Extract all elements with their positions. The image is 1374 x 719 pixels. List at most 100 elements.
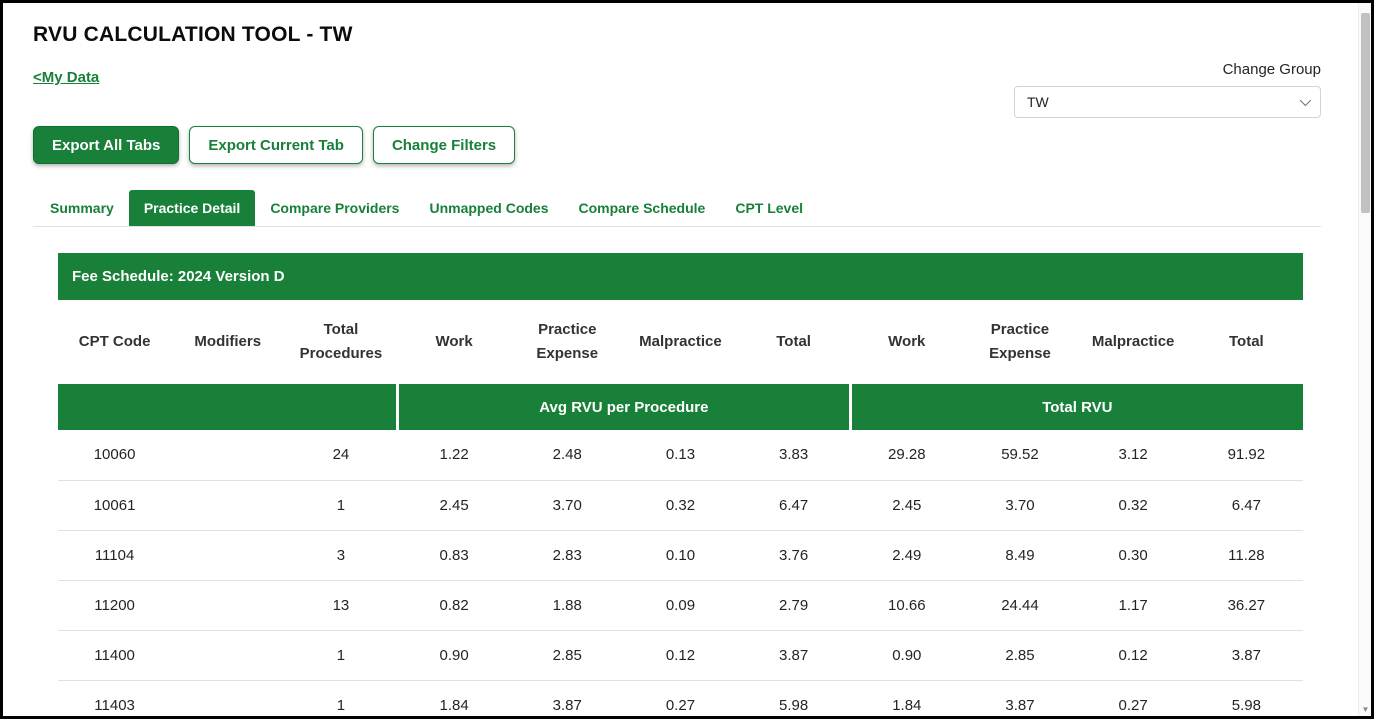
change-filters-button[interactable]: Change Filters (373, 126, 515, 164)
column-header: Work (398, 300, 511, 384)
table-cell: 0.82 (398, 580, 511, 630)
column-header: Total (737, 300, 850, 384)
table-cell: 0.09 (624, 580, 737, 630)
table-cell: 13 (284, 580, 397, 630)
table-cell: 59.52 (963, 430, 1076, 480)
table-cell: 10.66 (850, 580, 963, 630)
table-cell: 0.30 (1077, 530, 1190, 580)
table-cell: 2.79 (737, 580, 850, 630)
table-cell: 6.47 (737, 480, 850, 530)
table-cell: 10060 (58, 430, 171, 480)
table-cell: 1.84 (398, 680, 511, 719)
table-cell: 0.10 (624, 530, 737, 580)
table-cell: 3.12 (1077, 430, 1190, 480)
toolbar: Export All Tabs Export Current Tab Chang… (33, 126, 1321, 164)
tab-summary[interactable]: Summary (35, 190, 129, 226)
tab-unmapped-codes[interactable]: Unmapped Codes (414, 190, 563, 226)
scrollbar-thumb[interactable] (1361, 13, 1370, 213)
table-cell: 2.48 (511, 430, 624, 480)
table-cell: 3.87 (1190, 630, 1303, 680)
table-cell: 2.83 (511, 530, 624, 580)
table-cell (171, 580, 284, 630)
table-cell: 0.32 (624, 480, 737, 530)
table-cell: 3.87 (737, 630, 850, 680)
fee-schedule-banner: Fee Schedule: 2024 Version D (58, 253, 1303, 300)
page-content: RVU CALCULATION TOOL - TW <My Data Chang… (3, 3, 1371, 719)
table-row: 10060241.222.480.133.8329.2859.523.1291.… (58, 430, 1303, 480)
table-cell: 1 (284, 680, 397, 719)
change-group: Change Group TW (1014, 61, 1321, 118)
table-cell: 0.12 (624, 630, 737, 680)
table-cell: 5.98 (737, 680, 850, 719)
column-header: Total Procedures (284, 300, 397, 384)
table-cell: 0.90 (398, 630, 511, 680)
table-row: 1140010.902.850.123.870.902.850.123.87 (58, 630, 1303, 680)
table-cell: 3 (284, 530, 397, 580)
table-cell: 1.88 (511, 580, 624, 630)
table-cell: 3.87 (511, 680, 624, 719)
table-cell: 10061 (58, 480, 171, 530)
export-all-tabs-button[interactable]: Export All Tabs (33, 126, 179, 164)
app-window: RVU CALCULATION TOOL - TW <My Data Chang… (0, 0, 1374, 719)
table-cell: 91.92 (1190, 430, 1303, 480)
table-body: 10060241.222.480.133.8329.2859.523.1291.… (58, 430, 1303, 719)
tab-compare-providers[interactable]: Compare Providers (255, 190, 414, 226)
scrollbar-down-arrow-icon[interactable]: ▼ (1359, 705, 1372, 714)
table-cell: 3.70 (963, 480, 1076, 530)
table-cell: 0.32 (1077, 480, 1190, 530)
table-cell (171, 430, 284, 480)
my-data-link[interactable]: <My Data (33, 69, 99, 86)
group-header: Avg RVU per Procedure (398, 384, 851, 430)
column-header: Total (1190, 300, 1303, 384)
column-header: Practice Expense (963, 300, 1076, 384)
table-cell: 1.22 (398, 430, 511, 480)
tab-compare-schedule[interactable]: Compare Schedule (564, 190, 721, 226)
table-cell: 11104 (58, 530, 171, 580)
change-group-label: Change Group (1014, 61, 1321, 78)
table-cell: 29.28 (850, 430, 963, 480)
group-header: Total RVU (850, 384, 1303, 430)
change-group-selected-value: TW (1027, 94, 1049, 110)
group-header-row: Avg RVU per ProcedureTotal RVU (58, 384, 1303, 430)
table-cell: 6.47 (1190, 480, 1303, 530)
table-cell: 2.45 (398, 480, 511, 530)
table-row: 1006112.453.700.326.472.453.700.326.47 (58, 480, 1303, 530)
table-area: Fee Schedule: 2024 Version D CPT CodeMod… (58, 253, 1303, 719)
column-header-row: CPT CodeModifiersTotal ProceduresWorkPra… (58, 300, 1303, 384)
table-cell: 5.98 (1190, 680, 1303, 719)
table-cell: 1.84 (850, 680, 963, 719)
top-row: <My Data Change Group TW (33, 61, 1321, 118)
table-row: 11104 30.832.830.103.762.498.490.3011.28 (58, 530, 1303, 580)
table-cell: 24.44 (963, 580, 1076, 630)
table-cell (171, 530, 284, 580)
export-current-tab-button[interactable]: Export Current Tab (189, 126, 363, 164)
table-cell: 3.76 (737, 530, 850, 580)
table-cell: 2.85 (963, 630, 1076, 680)
table-cell: 2.45 (850, 480, 963, 530)
table-cell: 1 (284, 480, 397, 530)
column-header: Modifiers (171, 300, 284, 384)
tab-cpt-level[interactable]: CPT Level (720, 190, 818, 226)
column-header: Malpractice (1077, 300, 1190, 384)
table-cell: 3.87 (963, 680, 1076, 719)
page-title: RVU CALCULATION TOOL - TW (33, 23, 1321, 47)
table-cell: 11403 (58, 680, 171, 719)
table-cell: 2.49 (850, 530, 963, 580)
tab-practice-detail[interactable]: Practice Detail (129, 190, 256, 226)
group-header (58, 384, 398, 430)
table-cell: 0.27 (1077, 680, 1190, 719)
table-cell: 0.83 (398, 530, 511, 580)
table-cell: 11.28 (1190, 530, 1303, 580)
vertical-scrollbar[interactable]: ▼ (1358, 3, 1371, 716)
chevron-down-icon (1300, 95, 1311, 106)
tab-bar: SummaryPractice DetailCompare ProvidersU… (33, 190, 1321, 227)
table-cell (171, 630, 284, 680)
table-cell: 8.49 (963, 530, 1076, 580)
column-header: Work (850, 300, 963, 384)
table-cell: 1.17 (1077, 580, 1190, 630)
change-group-select[interactable]: TW (1014, 86, 1321, 118)
table-cell: 24 (284, 430, 397, 480)
table-cell: 11200 (58, 580, 171, 630)
column-header: CPT Code (58, 300, 171, 384)
table-cell: 1 (284, 630, 397, 680)
